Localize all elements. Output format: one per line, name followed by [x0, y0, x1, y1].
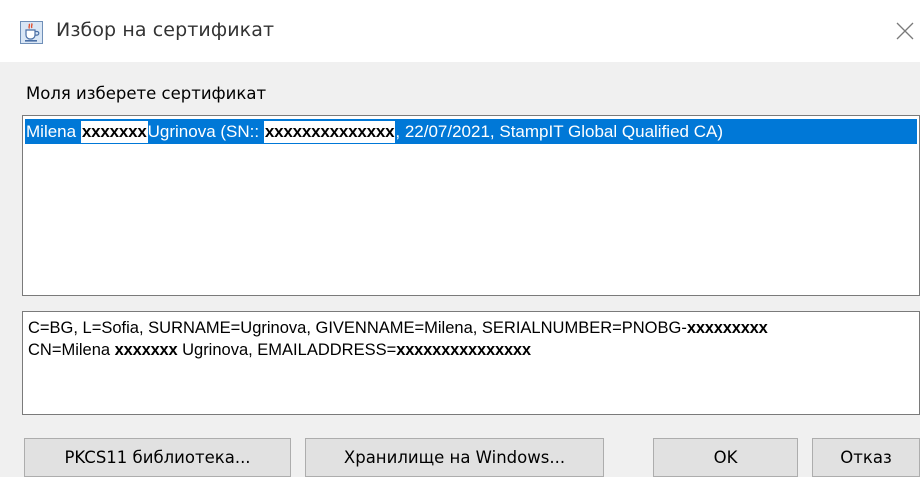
certificate-list[interactable]: Milena xxxxxxxUgrinova (SN:: xxxxxxxxxxx…	[22, 115, 920, 296]
cert-name-last: Ugrinova (SN::	[147, 122, 264, 141]
close-button[interactable]	[894, 16, 920, 46]
java-cup-icon	[20, 21, 43, 44]
details-line-1: C=BG, L=Sofia, SURNAME=Ugrinova, GIVENNA…	[28, 317, 919, 339]
window-title: Избор на сертификат	[56, 19, 275, 41]
select-certificate-prompt: Моля изберете сертификат	[26, 84, 267, 103]
windows-store-button[interactable]: Хранилище на Windows...	[305, 438, 604, 477]
redacted-serialnumber: xxxxxxxxx	[686, 319, 768, 337]
redacted-cn-name: xxxxxxx	[114, 341, 178, 359]
redacted-serial-number: xxxxxxxxxxxxxx	[263, 121, 396, 143]
details-line-2: CN=Milena xxxxxxx Ugrinova, EMAILADDRESS…	[28, 339, 919, 361]
details-cn-prefix: CN=Milena	[28, 341, 115, 359]
redacted-name: xxxxxxx	[80, 121, 148, 143]
redacted-email: xxxxxxxxxxxxxxx	[396, 341, 531, 359]
certificate-details: C=BG, L=Sofia, SURNAME=Ugrinova, GIVENNA…	[22, 311, 920, 415]
pkcs11-library-button[interactable]: PKCS11 библиотека...	[24, 438, 291, 477]
details-cn-middle: Ugrinova, EMAILADDRESS=	[177, 341, 397, 359]
cancel-button[interactable]: Отказ	[812, 438, 920, 477]
details-subject-text: C=BG, L=Sofia, SURNAME=Ugrinova, GIVENNA…	[28, 319, 687, 337]
title-bar[interactable]: Избор на сертификат	[0, 0, 920, 62]
cert-name-first: Milena	[26, 122, 81, 141]
certificate-list-item[interactable]: Milena xxxxxxxUgrinova (SN:: xxxxxxxxxxx…	[25, 119, 917, 144]
ok-button[interactable]: OK	[653, 438, 798, 477]
close-icon	[896, 22, 914, 40]
cert-date-issuer: , 22/07/2021, StampIT Global Qualified C…	[395, 122, 723, 141]
